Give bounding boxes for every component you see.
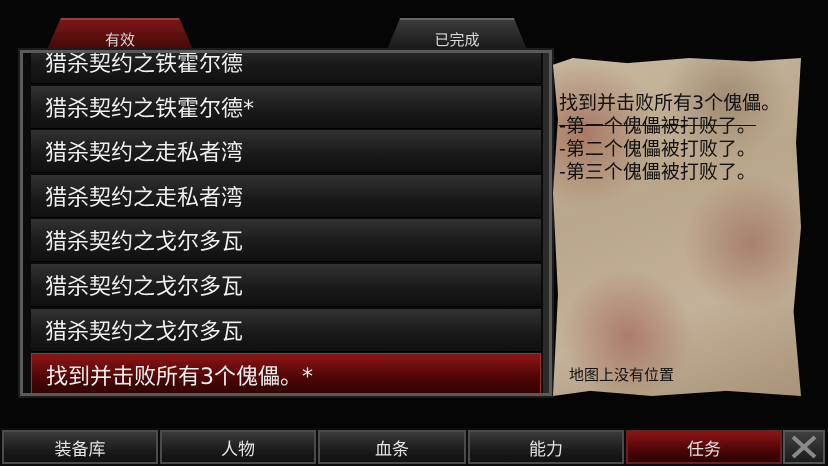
quest-step: -第二个傀儡被打败了。: [559, 138, 756, 160]
quest-detail-parchment: 找到并击败所有3个傀儡。 -第一个傀儡被打败了。 -第二个傀儡被打败了。 -第三…: [553, 58, 801, 396]
nav-character[interactable]: 人物: [160, 430, 316, 464]
quest-row[interactable]: 猎杀契约之戈尔多瓦: [31, 263, 541, 307]
tab-active[interactable]: 有效: [46, 18, 194, 52]
nav-health-bar[interactable]: 血条: [318, 430, 466, 464]
tab-completed[interactable]: 已完成: [386, 18, 528, 52]
quest-row[interactable]: 猎杀契约之走私者湾: [31, 130, 541, 174]
quest-list[interactable]: 猎杀契约之铁霍尔德 猎杀契约之铁霍尔德* 猎杀契约之走私者湾 猎杀契约之走私者湾…: [18, 48, 554, 398]
nav-quests[interactable]: 任务: [626, 430, 782, 464]
close-icon: [791, 435, 817, 459]
quest-row[interactable]: 猎杀契约之铁霍尔德*: [31, 85, 541, 129]
quest-row[interactable]: 猎杀契约之戈尔多瓦: [31, 219, 541, 263]
nav-abilities[interactable]: 能力: [468, 430, 624, 464]
quest-step: -第三个傀儡被打败了。: [559, 161, 756, 183]
quest-row[interactable]: 猎杀契约之走私者湾: [31, 174, 541, 218]
close-button[interactable]: [783, 430, 825, 464]
quest-step-done: -第一个傀儡被打败了。: [559, 115, 756, 137]
quest-detail-text: 找到并击败所有3个傀儡。 -第一个傀儡被打败了。 -第二个傀儡被打败了。 -第三…: [559, 92, 795, 184]
map-location-note: 地图上没有位置: [569, 366, 675, 384]
quest-row-selected[interactable]: 找到并击败所有3个傀儡。*: [31, 353, 541, 393]
nav-inventory[interactable]: 装备库: [2, 430, 158, 464]
quest-objective: 找到并击败所有3个傀儡。: [559, 92, 781, 114]
quest-row[interactable]: 猎杀契约之铁霍尔德: [31, 53, 541, 84]
scrollbar[interactable]: [543, 53, 549, 393]
quest-row[interactable]: 猎杀契约之戈尔多瓦: [31, 308, 541, 352]
